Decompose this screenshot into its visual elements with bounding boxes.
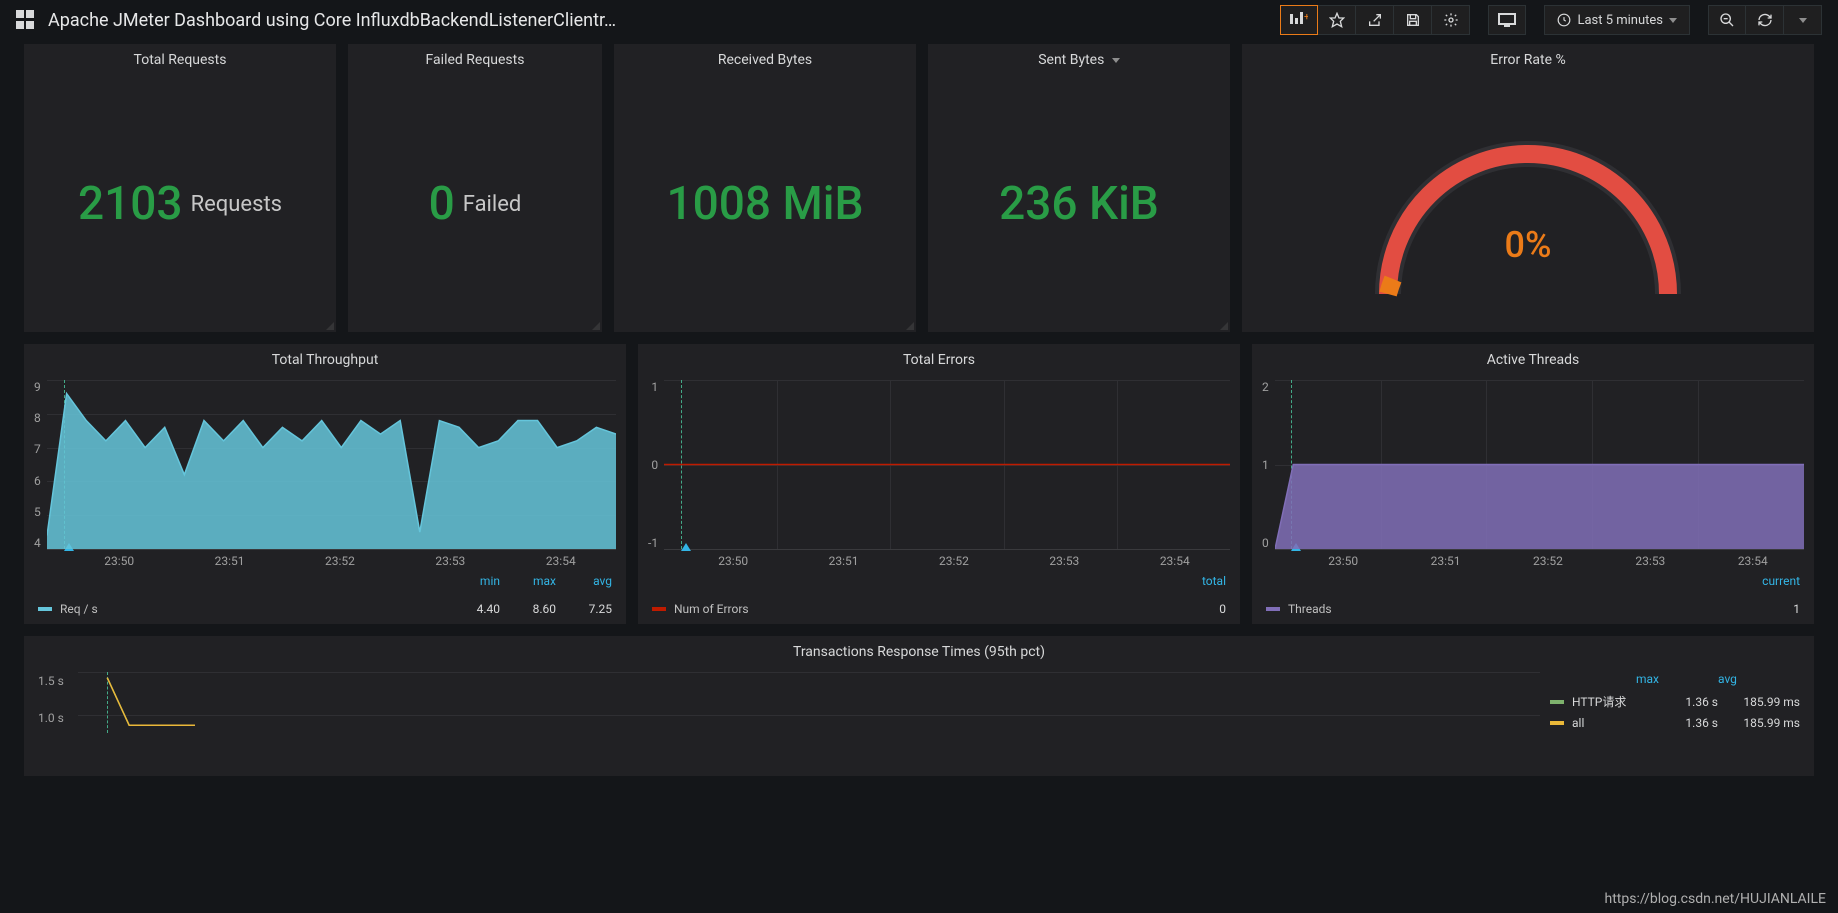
legend: current [1252, 568, 1814, 596]
legend-item[interactable]: Req / s 4.40 8.60 7.25 [24, 596, 626, 624]
panel-error-rate[interactable]: Error Rate % 0% [1242, 44, 1814, 332]
gauge-value: 0% [1505, 224, 1552, 266]
resize-handle[interactable] [590, 320, 600, 330]
time-range-label: Last 5 minutes [1577, 13, 1663, 28]
panel-title: Total Errors [638, 344, 1240, 376]
legend-item[interactable]: Num of Errors 0 [638, 596, 1240, 624]
chevron-down-icon [1799, 18, 1807, 23]
refresh-interval-button[interactable] [1784, 5, 1822, 35]
star-button[interactable] [1318, 5, 1356, 35]
stat-value: 236 KiB [999, 177, 1159, 231]
y-axis: 210 [1262, 380, 1275, 550]
legend-swatch [1550, 700, 1564, 704]
legend: total [638, 568, 1240, 596]
zoom-out-button[interactable] [1708, 5, 1746, 35]
svg-text:+: + [1304, 12, 1308, 23]
y-axis: 1.5 s 1.0 s [38, 672, 68, 733]
refresh-button[interactable] [1746, 5, 1784, 35]
panel-title-text: Sent Bytes [1038, 52, 1104, 68]
gauge: 0% [1242, 76, 1814, 332]
resize-handle[interactable] [1218, 320, 1228, 330]
panel-title[interactable]: Sent Bytes [928, 44, 1230, 76]
panel-title: Total Requests [24, 44, 336, 76]
y-axis: 10-1 [648, 380, 664, 550]
legend-total: 0 [1170, 602, 1226, 616]
chart-plot[interactable] [1275, 380, 1804, 550]
legend-header: max [1636, 672, 1718, 686]
legend-avg: 185.99 ms [1718, 695, 1800, 709]
legend-item[interactable]: all1.36 s185.99 ms [1550, 713, 1800, 733]
stat-suffix: Requests [191, 192, 282, 217]
legend-label: HTTP请求 [1572, 693, 1636, 710]
panel-sent-bytes[interactable]: Sent Bytes 236 KiB [928, 44, 1230, 332]
legend-item[interactable]: Threads 1 [1252, 596, 1814, 624]
panel-total-throughput[interactable]: Total Throughput 987654 23:5023:5123:522… [24, 344, 626, 624]
stat-suffix: Failed [463, 192, 522, 217]
chart-plot[interactable] [47, 380, 616, 550]
legend-avg: 7.25 [556, 602, 612, 616]
settings-button[interactable] [1432, 5, 1470, 35]
panel-total-errors[interactable]: Total Errors 10-1 23:5023:5123:5223:5 [638, 344, 1240, 624]
dashboard-title[interactable]: Apache JMeter Dashboard using Core Influ… [48, 10, 616, 31]
panel-response-times[interactable]: Transactions Response Times (95th pct) 1… [24, 636, 1814, 776]
panel-failed-requests[interactable]: Failed Requests 0 Failed [348, 44, 602, 332]
x-axis: 23:5023:5123:5223:5323:54 [24, 550, 626, 568]
panel-active-threads[interactable]: Active Threads 210 23:5023:5123:5223: [1252, 344, 1814, 624]
resize-handle[interactable] [324, 320, 334, 330]
chevron-down-icon [1112, 58, 1120, 63]
toolbar: + [1280, 5, 1470, 35]
legend-swatch [38, 607, 52, 611]
panel-received-bytes[interactable]: Received Bytes 1008 MiB [614, 44, 916, 332]
legend-min: 4.40 [444, 602, 500, 616]
panel-title: Received Bytes [614, 44, 916, 76]
panel-total-requests[interactable]: Total Requests 2103 Requests [24, 44, 336, 332]
legend-max: 8.60 [500, 602, 556, 616]
panel-title: Transactions Response Times (95th pct) [24, 636, 1814, 668]
add-panel-button[interactable]: + [1280, 5, 1318, 35]
time-range-button[interactable]: Last 5 minutes [1544, 5, 1690, 35]
watermark: https://blog.csdn.net/HUJIANLAILE [1604, 891, 1826, 907]
chart-plot[interactable] [78, 672, 1540, 733]
legend-max: 1.36 s [1636, 716, 1718, 730]
dashboard-grid: Total Requests 2103 Requests Failed Requ… [0, 40, 1838, 776]
save-button[interactable] [1394, 5, 1432, 35]
panel-title: Active Threads [1252, 344, 1814, 376]
y-axis: 987654 [34, 380, 47, 550]
legend: max avg HTTP请求1.36 s185.99 msall1.36 s18… [1550, 672, 1800, 733]
cycle-view-button[interactable] [1488, 5, 1526, 35]
legend-swatch [652, 607, 666, 611]
legend-header: avg [1718, 672, 1800, 686]
legend-current: 1 [1744, 602, 1800, 616]
stat-value: 1008 MiB [666, 177, 863, 231]
stat-value: 0 [429, 177, 455, 231]
dashboard-icon[interactable] [16, 10, 36, 30]
share-button[interactable] [1356, 5, 1394, 35]
legend-item[interactable]: HTTP请求1.36 s185.99 ms [1550, 690, 1800, 713]
legend-label: Num of Errors [674, 602, 749, 616]
legend-avg: 185.99 ms [1718, 716, 1800, 730]
topbar: Apache JMeter Dashboard using Core Influ… [0, 0, 1838, 40]
legend-max: 1.36 s [1636, 695, 1718, 709]
chevron-down-icon [1669, 18, 1677, 23]
legend-label: all [1572, 716, 1636, 730]
x-axis: 23:5023:5123:5223:5323:54 [1252, 550, 1814, 568]
legend-label: Req / s [60, 602, 98, 616]
chart-plot[interactable] [664, 380, 1230, 550]
resize-handle[interactable] [904, 320, 914, 330]
x-axis: 23:5023:5123:5223:5323:54 [638, 550, 1240, 568]
legend: min max avg [24, 568, 626, 596]
panel-title: Total Throughput [24, 344, 626, 376]
legend-swatch [1266, 607, 1280, 611]
panel-title: Failed Requests [348, 44, 602, 76]
panel-title: Error Rate % [1242, 44, 1814, 76]
stat-value: 2103 [78, 177, 183, 231]
legend-swatch [1550, 721, 1564, 725]
legend-label: Threads [1288, 602, 1332, 616]
